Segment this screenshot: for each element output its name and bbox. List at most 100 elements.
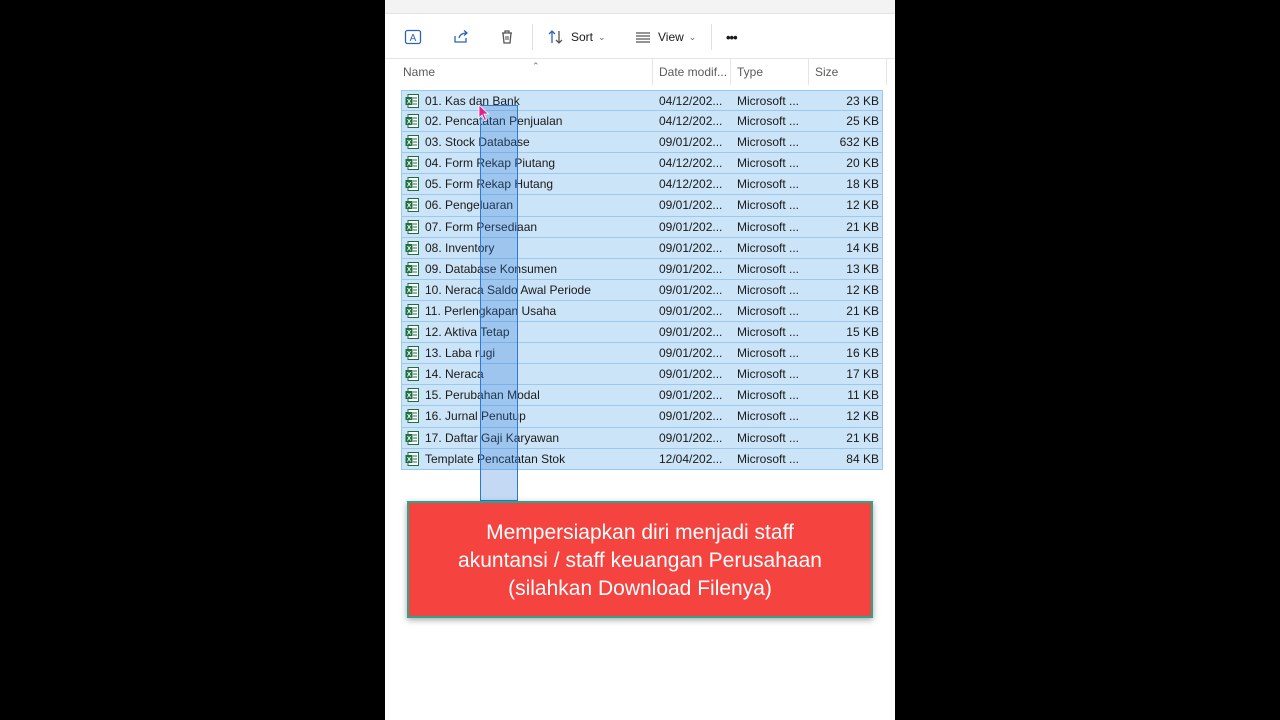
excel-file-icon: X — [405, 94, 419, 108]
excel-file-icon: X — [405, 156, 419, 171]
file-type: Microsoft ... — [737, 135, 800, 150]
file-row[interactable]: X Template Pencatatan Stok 12/04/202... Mic… — [401, 448, 883, 470]
file-date-modified: 04/12/202... — [659, 114, 723, 129]
file-date-modified: 04/12/202... — [659, 94, 723, 108]
file-size: 21 KB — [846, 430, 879, 445]
file-row[interactable]: X 06. Pengeluaran 09/01/202... Microsoft ..… — [401, 195, 883, 217]
file-row[interactable]: X 15. Perubahan Modal 09/01/202... Microsof… — [401, 385, 883, 407]
excel-file-icon: X — [405, 409, 419, 424]
column-size-label: Size — [815, 65, 839, 79]
svg-text:X: X — [407, 119, 412, 126]
file-type: Microsoft ... — [737, 261, 800, 276]
file-type: Microsoft ... — [737, 219, 800, 234]
file-date-modified: 09/01/202... — [659, 346, 723, 361]
column-date-modified[interactable]: Date modif... — [653, 59, 731, 85]
file-date-modified: 09/01/202... — [659, 388, 723, 403]
column-type[interactable]: Type — [731, 59, 809, 85]
file-row[interactable]: X 05. Form Rekap Hutang 04/12/202... Micros… — [401, 174, 883, 196]
excel-file-icon: X — [405, 346, 419, 361]
svg-text:X: X — [407, 245, 412, 252]
sort-button[interactable]: Sort ⌄ — [547, 25, 606, 49]
file-date-modified: 09/01/202... — [659, 135, 723, 150]
column-date-label: Date modif... — [659, 65, 728, 79]
file-type: Microsoft ... — [737, 346, 800, 361]
svg-text:X: X — [407, 203, 412, 210]
excel-file-icon: X — [405, 325, 419, 340]
svg-text:X: X — [407, 182, 412, 189]
file-date-modified: 09/01/202... — [659, 219, 723, 234]
file-row[interactable]: X 01. Kas dan Bank 04/12/202... Microsoft .… — [401, 90, 883, 112]
selection-marquee — [480, 105, 518, 501]
file-size: 11 KB — [847, 388, 879, 403]
chevron-down-icon: ⌄ — [688, 31, 697, 42]
file-row[interactable]: X 03. Stock Database 09/01/202... Microsoft… — [401, 132, 883, 154]
file-date-modified: 09/01/202... — [659, 240, 723, 255]
share-icon[interactable] — [451, 27, 471, 47]
file-row[interactable]: X 12. Aktiva Tetap 09/01/202... Microsoft .… — [401, 322, 883, 344]
file-date-modified: 09/01/202... — [659, 409, 723, 424]
file-size: 20 KB — [846, 156, 879, 171]
file-row[interactable]: X 17. Daftar Gaji Karyawan 09/01/202... Mic… — [401, 427, 883, 449]
chevron-down-icon: ⌄ — [598, 31, 606, 42]
sort-icon — [548, 30, 563, 44]
svg-text:X: X — [407, 330, 412, 337]
file-size: 16 KB — [846, 346, 879, 361]
view-label: View — [658, 30, 684, 44]
file-row[interactable]: X 07. Form Persediaan 09/01/202... Microsof… — [401, 216, 883, 238]
view-icon — [636, 32, 650, 43]
file-type: Microsoft ... — [737, 94, 800, 108]
file-row[interactable]: X 16. Jurnal Penutup 09/01/202... Microsoft… — [401, 406, 883, 428]
excel-file-icon: X — [405, 219, 419, 234]
file-size: 14 KB — [846, 240, 879, 255]
trash-icon[interactable] — [497, 27, 517, 47]
rename-icon[interactable]: A — [403, 27, 423, 47]
file-size: 23 KB — [846, 94, 879, 108]
file-name: 14. Neraca — [425, 367, 484, 382]
column-size[interactable]: Size — [809, 59, 887, 85]
file-date-modified: 04/12/202... — [659, 156, 723, 171]
excel-file-icon: X — [405, 303, 419, 318]
file-row[interactable]: X 04. Form Rekap Piutang 04/12/202... Micro… — [401, 153, 883, 175]
file-row[interactable]: X 02. Pencatatan Penjualan 04/12/202... Mic… — [401, 111, 883, 133]
svg-text:X: X — [407, 414, 412, 421]
file-date-modified: 09/01/202... — [659, 430, 723, 445]
file-row[interactable]: X 10. Neraca Saldo Awal Periode 09/01/202.… — [401, 279, 883, 301]
file-row[interactable]: X 13. Laba rugi 09/01/202... Microsoft ... 1… — [401, 343, 883, 365]
command-bar: A Sort ⌄ View ⌄ ••• — [385, 14, 895, 59]
file-type: Microsoft ... — [737, 282, 800, 297]
column-name[interactable]: Name ⌃ — [397, 59, 653, 85]
file-type: Microsoft ... — [737, 388, 800, 403]
file-date-modified: 09/01/202... — [659, 303, 723, 318]
file-type: Microsoft ... — [737, 430, 800, 445]
excel-file-icon: X — [405, 282, 419, 297]
more-options-button[interactable]: ••• — [726, 25, 738, 49]
file-date-modified: 09/01/202... — [659, 282, 723, 297]
file-size: 25 KB — [846, 114, 879, 129]
title-strip — [385, 0, 895, 14]
file-date-modified: 04/12/202... — [659, 177, 723, 192]
svg-text:X: X — [407, 393, 412, 400]
excel-file-icon: X — [405, 430, 419, 445]
file-size: 12 KB — [846, 282, 879, 297]
file-row[interactable]: X 08. Inventory 09/01/202... Microsoft ... 1… — [401, 237, 883, 259]
column-name-label: Name — [403, 65, 436, 79]
file-date-modified: 09/01/202... — [659, 367, 723, 382]
file-size: 21 KB — [846, 303, 879, 318]
file-date-modified: 09/01/202... — [659, 198, 723, 213]
file-row[interactable]: X 09. Database Konsumen 09/01/202... Micros… — [401, 258, 883, 280]
file-type: Microsoft ... — [737, 367, 800, 382]
file-row[interactable]: X 14. Neraca 09/01/202... Microsoft ... 17 K… — [401, 364, 883, 386]
file-size: 21 KB — [846, 219, 879, 234]
svg-text:X: X — [407, 224, 412, 231]
excel-file-icon: X — [405, 388, 419, 403]
file-type: Microsoft ... — [737, 177, 800, 192]
banner-line-2: akuntansi / staff keuangan Perusahaan — [458, 549, 822, 572]
file-row[interactable]: X 11. Perlengkapan Usaha 09/01/202... Micro… — [401, 300, 883, 323]
svg-text:A: A — [410, 33, 417, 44]
view-button[interactable]: View ⌄ — [634, 25, 696, 49]
excel-file-icon: X — [405, 261, 419, 276]
toolbar-separator — [711, 24, 712, 50]
promo-banner: Mempersiapkan diri menjadi staff akuntan… — [407, 501, 873, 618]
file-type: Microsoft ... — [737, 198, 800, 213]
svg-text:X: X — [407, 372, 412, 379]
